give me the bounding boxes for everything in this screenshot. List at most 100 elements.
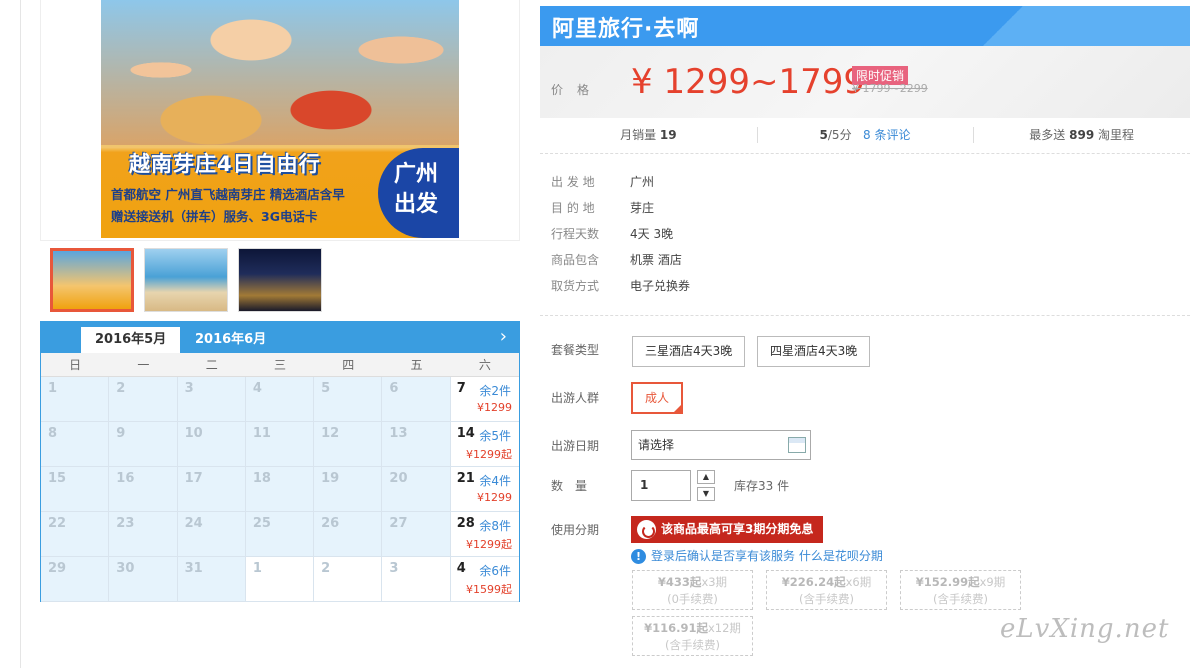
product-info: 出 发 地 广州目 的 地 芽庄 行程天数 4天 3晚 商品包含 机票 酒店 取货方式 电子兑换… bbox=[551, 170, 690, 300]
thumbnail-3[interactable] bbox=[238, 248, 322, 312]
plan-amount: ¥116.91起 bbox=[644, 621, 708, 635]
calendar-day[interactable]: 14 余5件 ¥1299起 bbox=[450, 422, 519, 467]
quantity-decrease-button[interactable]: ▼ bbox=[697, 487, 715, 501]
plan-fee: (含手续费) bbox=[933, 592, 988, 606]
calendar-day: 25 bbox=[245, 512, 315, 557]
original-price: ¥ 1799~2299 bbox=[852, 82, 928, 95]
day-number: 19 bbox=[321, 471, 340, 486]
price-box: 价格 ¥ 1299~1799 限时促销 ¥ 1799~2299 bbox=[540, 46, 1190, 118]
day-number: 24 bbox=[184, 516, 203, 531]
day-number: 1 bbox=[252, 561, 262, 576]
day-number: 17 bbox=[184, 471, 203, 486]
day-number: 11 bbox=[252, 426, 271, 441]
stock-text: 库存33 件 bbox=[734, 479, 790, 493]
calendar-day: 6 bbox=[382, 377, 451, 422]
calendar-day: 3 bbox=[382, 557, 451, 602]
plan-fee: (含手续费) bbox=[665, 638, 720, 652]
day-stock: 余4件 bbox=[479, 474, 511, 488]
hero-image: 越南芽庄4日自由行 首都航空 广州直飞越南芽庄 精选酒店含早 赠送接送机（拼车）… bbox=[101, 0, 459, 238]
info-value: 4天 3晚 bbox=[630, 227, 674, 241]
day-price: ¥1299 bbox=[476, 401, 512, 414]
info-value: 电子兑换券 bbox=[630, 279, 691, 293]
plan-amount: ¥152.99起 bbox=[915, 575, 980, 589]
day-number: 30 bbox=[116, 561, 135, 576]
calendar-day: 2 bbox=[314, 557, 383, 602]
quantity-label: 数 量 bbox=[551, 479, 588, 493]
day-stock: 余8件 bbox=[479, 519, 511, 533]
adult-option[interactable]: 成人 bbox=[631, 382, 683, 414]
thumbnail-2[interactable] bbox=[144, 248, 228, 312]
package-4star-button[interactable]: 四星酒店4天3晚 bbox=[757, 336, 871, 367]
chevron-right-icon[interactable]: › bbox=[500, 326, 507, 347]
info-value: 机票 酒店 bbox=[630, 253, 682, 267]
day-number: 23 bbox=[116, 516, 135, 531]
info-value: 芽庄 bbox=[630, 201, 655, 215]
section-divider bbox=[540, 315, 1190, 316]
info-row: 目 的 地 芽庄 bbox=[551, 196, 690, 222]
hero-badge: 广州 出发 bbox=[378, 148, 459, 238]
day-number: 29 bbox=[48, 561, 67, 576]
reviews-link[interactable]: 8 条评论 bbox=[863, 128, 910, 142]
departure-calendar: 2016年5月 2016年6月 › 日一二三四五六 1 2 3 4 5 6 7 余2件 ¥129… bbox=[40, 321, 520, 602]
info-key: 目 的 地 bbox=[551, 201, 595, 215]
calendar-day: 19 bbox=[314, 467, 383, 512]
info-key: 行程天数 bbox=[551, 227, 600, 241]
installment-plan-option[interactable]: ¥433起x3期 (0手续费) bbox=[632, 570, 753, 610]
day-number: 9 bbox=[116, 426, 126, 441]
calendar-day: 22 bbox=[41, 512, 110, 557]
date-picker-input[interactable]: 请选择 bbox=[631, 430, 811, 460]
info-value: 广州 bbox=[630, 175, 655, 189]
quantity-increase-button[interactable]: ▲ bbox=[697, 470, 715, 484]
calendar-day[interactable]: 21 余4件 ¥1299 bbox=[450, 467, 519, 512]
day-number: 28 bbox=[456, 516, 475, 531]
quantity-input[interactable]: 1 bbox=[631, 470, 691, 501]
installment-plan-option[interactable]: ¥116.91起x12期 (含手续费) bbox=[632, 616, 753, 656]
day-number: 27 bbox=[389, 516, 408, 531]
what-is-huabei-link[interactable]: 什么是花呗分期 bbox=[799, 549, 883, 563]
day-number: 1 bbox=[48, 381, 58, 396]
info-icon: ! bbox=[631, 549, 646, 564]
calendar-day: 24 bbox=[177, 512, 246, 557]
people-label: 出游人群 bbox=[551, 391, 600, 405]
plan-fee: (含手续费) bbox=[799, 592, 854, 606]
installment-label: 使用分期 bbox=[551, 523, 600, 537]
info-key: 取货方式 bbox=[551, 279, 600, 293]
date-label: 出游日期 bbox=[551, 439, 600, 453]
calendar-day: 16 bbox=[109, 467, 178, 512]
day-number: 4 bbox=[456, 561, 466, 576]
plan-term: x3期 bbox=[701, 575, 728, 589]
calendar-header: 2016年5月 2016年6月 › bbox=[41, 322, 519, 353]
tab-june[interactable]: 2016年6月 bbox=[181, 327, 280, 353]
calendar-day[interactable]: 7 余2件 ¥1299 bbox=[450, 377, 519, 422]
day-number: 22 bbox=[48, 516, 67, 531]
info-row: 商品包含 机票 酒店 bbox=[551, 248, 690, 274]
calendar-day[interactable]: 4 余6件 ¥1599起 bbox=[450, 557, 519, 602]
info-row: 行程天数 4天 3晚 bbox=[551, 222, 690, 248]
calendar-day[interactable]: 28 余8件 ¥1299起 bbox=[450, 512, 519, 557]
day-number: 6 bbox=[389, 381, 399, 396]
calendar-icon[interactable] bbox=[788, 437, 806, 453]
huabei-icon bbox=[637, 520, 656, 539]
calendar-day: 13 bbox=[382, 422, 451, 467]
huabei-installment-button[interactable]: 该商品最高可享3期分期免息 bbox=[631, 516, 824, 543]
tab-may[interactable]: 2016年5月 bbox=[81, 327, 181, 353]
calendar-day: 29 bbox=[41, 557, 110, 602]
calendar-day: 2 bbox=[109, 377, 178, 422]
calendar-day: 9 bbox=[109, 422, 178, 467]
thumbnail-1[interactable] bbox=[50, 248, 134, 312]
weekday-label: 一 bbox=[137, 358, 150, 372]
day-number: 20 bbox=[389, 471, 408, 486]
rating: 5/5分 8 条评论 bbox=[756, 118, 974, 153]
weekday-header: 日一二三四五六 bbox=[41, 353, 519, 377]
installment-plan-option[interactable]: ¥152.99起x9期 (含手续费) bbox=[900, 570, 1021, 610]
installment-plan-option[interactable]: ¥226.24起x6期 (含手续费) bbox=[766, 570, 887, 610]
calendar-day: 11 bbox=[245, 422, 315, 467]
day-stock: 余2件 bbox=[479, 384, 511, 398]
page-divider bbox=[20, 0, 21, 668]
plan-amount: ¥226.24起 bbox=[781, 575, 846, 589]
package-3star-button[interactable]: 三星酒店4天3晚 bbox=[632, 336, 746, 367]
calendar-day: 8 bbox=[41, 422, 110, 467]
day-number: 3 bbox=[389, 561, 399, 576]
calendar-day: 18 bbox=[245, 467, 315, 512]
miles-reward: 最多送 899 淘里程 bbox=[973, 118, 1190, 153]
